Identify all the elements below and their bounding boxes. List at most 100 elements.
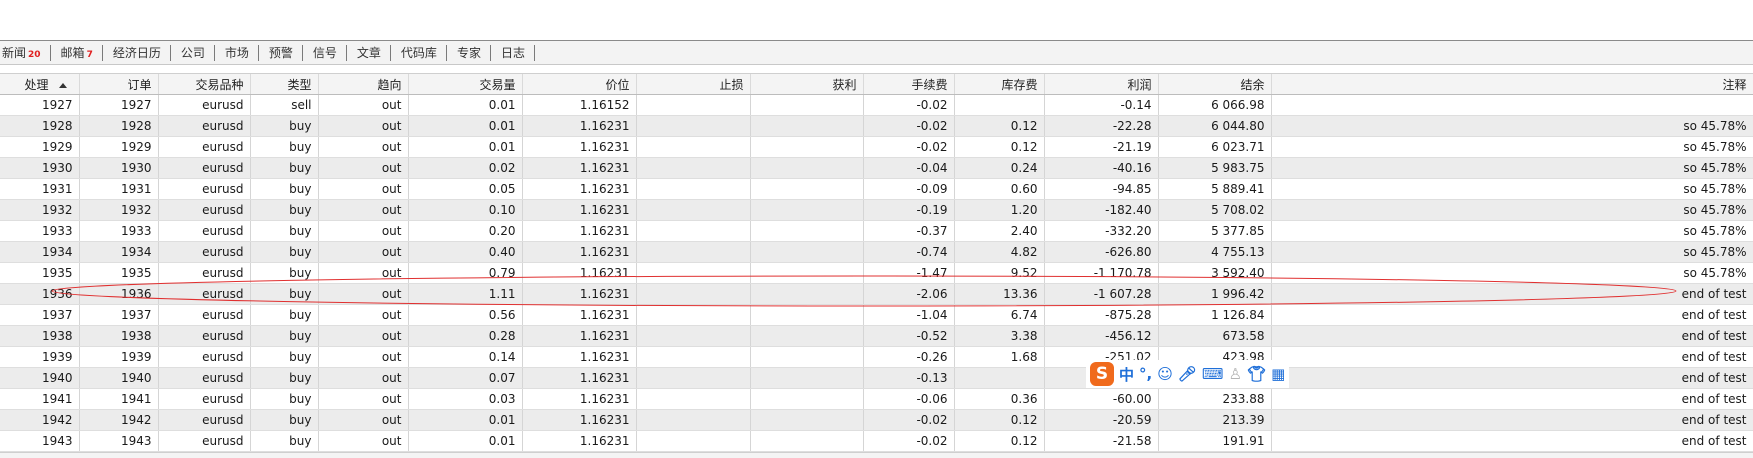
table-cell: out [318, 136, 409, 158]
table-cell: 1.16231 [522, 304, 637, 326]
tab-7[interactable]: 文章 [355, 44, 391, 61]
tab-5[interactable]: 预警 [267, 44, 303, 61]
tab-4[interactable]: 市场 [223, 44, 259, 61]
table-cell: buy [250, 388, 319, 410]
tab-1[interactable]: 邮箱 7 [59, 44, 103, 61]
table-row[interactable]: 1929 1929 eurusd buy out 0.01 1.16231 -0.02 0.12… [0, 136, 1753, 158]
table-row[interactable]: 1937 1937 eurusd buy out 0.56 1.16231 -1.04 6.74… [0, 304, 1753, 326]
column-header[interactable]: 订单 [79, 74, 159, 95]
table-cell: out [318, 409, 409, 431]
table-row[interactable]: 1936 1936 eurusd buy out 1.11 1.16231 -2.06 13.3… [0, 283, 1753, 305]
tab-10[interactable]: 日志 [499, 44, 535, 61]
table-cell: out [318, 94, 409, 116]
column-header[interactable]: 类型 [250, 74, 319, 95]
table-cell: eurusd [158, 325, 251, 347]
keyboard-icon[interactable]: ⌨ [1202, 365, 1224, 383]
table-cell: buy [250, 178, 319, 200]
skin-icon[interactable]: 👕︎ [1247, 365, 1266, 383]
microphone-icon[interactable]: 🎤︎ [1178, 365, 1197, 383]
tab-6[interactable]: 信号 [311, 44, 347, 61]
column-header[interactable]: 手续费 [863, 74, 955, 95]
table-row[interactable]: 1930 1930 eurusd buy out 0.02 1.16231 -0.04 0.24… [0, 157, 1753, 179]
column-header-label: 止损 [719, 77, 744, 92]
table-cell: 1939 [79, 346, 159, 368]
table-row[interactable]: 1939 1939 eurusd buy out 0.14 1.16231 -0.26 1.68… [0, 346, 1753, 368]
table-row[interactable]: 1934 1934 eurusd buy out 0.40 1.16231 -0.74 4.82… [0, 241, 1753, 263]
table-cell: 673.58 [1158, 325, 1272, 347]
table-row[interactable]: 19401940eurusdbuyout0.071.16231-0.13293.… [0, 367, 1753, 389]
table-cell: buy [250, 136, 319, 158]
table-cell: 1931 [79, 178, 159, 200]
table-cell: -1.47 [863, 262, 955, 284]
tab-label: 日志 [500, 46, 525, 60]
column-header[interactable]: 结余 [1158, 74, 1272, 95]
table-cell: 1.16231 [522, 409, 637, 431]
table-cell: 1941 [0, 388, 80, 410]
tab-9[interactable]: 专家 [455, 44, 491, 61]
column-header[interactable]: 注释 [1271, 74, 1753, 95]
table-cell: out [318, 388, 409, 410]
table-cell [750, 325, 864, 347]
column-header[interactable]: 利润 [1044, 74, 1159, 95]
table-row[interactable]: 1927 1927 eurusd sell out 0.01 1.16152 -0.02 -0.… [0, 94, 1753, 116]
column-header[interactable]: 库存费 [954, 74, 1045, 95]
table-row[interactable]: 1932 1932 eurusd buy out 0.10 1.16231 -0.19 1.20… [0, 199, 1753, 221]
column-header[interactable]: 价位 [522, 74, 637, 95]
table-cell: end of test [1271, 283, 1753, 305]
chinese-mode-toggle[interactable]: 中 [1119, 364, 1134, 385]
table-cell: so 45.78% [1271, 220, 1753, 242]
table-cell: end of test [1271, 304, 1753, 326]
table-row[interactable]: 1935 1935 eurusd buy out 0.79 1.16231 -1.47 9.52… [0, 262, 1753, 284]
table-cell: 1940 [79, 367, 159, 389]
table-row[interactable]: 1942 1942 eurusd buy out 0.01 1.16231 -0.02 0.12… [0, 409, 1753, 431]
tab-8[interactable]: 代码库 [399, 44, 447, 61]
table-cell: eurusd [158, 94, 251, 116]
ime-toolbar[interactable]: S 中 °, ☺ 🎤︎ ⌨ ♙ 👕︎ ▦ [1086, 360, 1290, 388]
column-header[interactable]: 止损 [636, 74, 751, 95]
table-cell: -0.14 [1044, 94, 1159, 116]
table-cell: 1932 [0, 199, 80, 221]
tab-2[interactable]: 经济日历 [111, 44, 171, 61]
table-cell: 1.16152 [522, 94, 637, 116]
table-cell [750, 304, 864, 326]
table-cell: -0.52 [863, 325, 955, 347]
table-cell [636, 388, 751, 410]
table-cell: buy [250, 430, 319, 452]
user-icon[interactable]: ♙ [1229, 365, 1242, 383]
table-row[interactable]: 1938 1938 eurusd buy out 0.28 1.16231 -0.52 3.38… [0, 325, 1753, 347]
column-header[interactable]: 处理 [0, 74, 80, 95]
table-row[interactable]: 1928 1928 eurusd buy out 0.01 1.16231 -0.02 0.12… [0, 115, 1753, 137]
table-row[interactable]: 1943 1943 eurusd buy out 0.01 1.16231 -0.02 0.12… [0, 430, 1753, 452]
table-cell: eurusd [158, 241, 251, 263]
table-cell: out [318, 220, 409, 242]
table-cell: 1927 [79, 94, 159, 116]
column-header[interactable]: 交易量 [408, 74, 523, 95]
punctuation-icon[interactable]: °, [1139, 365, 1152, 383]
table-cell: 1.16231 [522, 367, 637, 389]
table-cell: buy [250, 157, 319, 179]
table-cell: 1937 [0, 304, 80, 326]
column-header[interactable]: 交易品种 [158, 74, 251, 95]
column-header[interactable]: 趋向 [318, 74, 409, 95]
table-cell: out [318, 199, 409, 221]
sogou-logo-icon[interactable]: S [1090, 362, 1114, 386]
table-cell: out [318, 157, 409, 179]
table-cell: 1935 [0, 262, 80, 284]
table-row[interactable]: 1933 1933 eurusd buy out 0.20 1.16231 -0.37 2.40… [0, 220, 1753, 242]
table-cell: out [318, 346, 409, 368]
column-header[interactable]: 获利 [750, 74, 864, 95]
table-cell: 0.14 [408, 346, 523, 368]
tab-0[interactable]: 新闻 20 [0, 44, 51, 61]
table-row[interactable]: 1931 1931 eurusd buy out 0.05 1.16231 -0.09 0.60… [0, 178, 1753, 200]
window-top-area [0, 0, 1753, 41]
table-cell: so 45.78% [1271, 178, 1753, 200]
table-cell: 6 044.80 [1158, 115, 1272, 137]
column-header-label: 交易量 [479, 77, 516, 92]
tab-3[interactable]: 公司 [179, 44, 215, 61]
table-cell: out [318, 241, 409, 263]
emoji-icon[interactable]: ☺ [1157, 365, 1173, 383]
table-cell: 0.20 [408, 220, 523, 242]
table-row[interactable]: 1941 1941 eurusd buy out 0.03 1.16231 -0.06 0.36… [0, 388, 1753, 410]
table-cell: -21.19 [1044, 136, 1159, 158]
grid-icon[interactable]: ▦ [1271, 365, 1285, 383]
